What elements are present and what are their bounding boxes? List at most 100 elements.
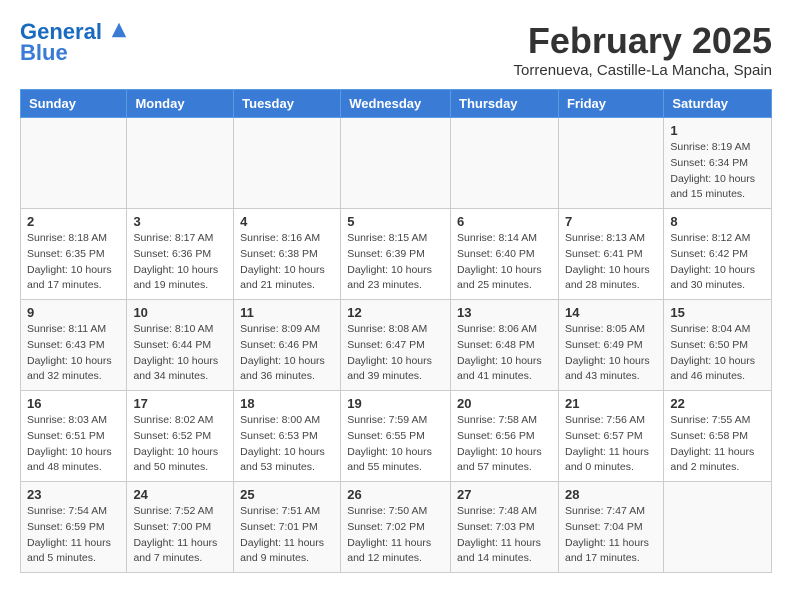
week-row-2: 2 Sunrise: 8:18 AM Sunset: 6:35 PM Daylig… xyxy=(21,209,772,300)
day-number: 19 xyxy=(347,396,444,411)
day-number: 21 xyxy=(565,396,657,411)
calendar-table: Sunday Monday Tuesday Wednesday Thursday… xyxy=(20,89,772,573)
calendar-body: 1 Sunrise: 8:19 AM Sunset: 6:34 PM Daylig… xyxy=(21,118,772,573)
day-number: 20 xyxy=(457,396,552,411)
day-cell xyxy=(341,118,451,209)
day-cell: 3Sunrise: 8:17 AM Sunset: 6:36 PM Daylig… xyxy=(127,209,234,300)
day-cell xyxy=(21,118,127,209)
header-sunday: Sunday xyxy=(21,90,127,118)
day-info: Sunrise: 7:47 AM Sunset: 7:04 PM Dayligh… xyxy=(565,504,657,567)
day-info: Sunrise: 8:04 AM Sunset: 6:50 PM Dayligh… xyxy=(670,322,765,385)
header-thursday: Thursday xyxy=(451,90,559,118)
day-info: Sunrise: 7:54 AM Sunset: 6:59 PM Dayligh… xyxy=(27,504,120,567)
day-info: Sunrise: 8:13 AM Sunset: 6:41 PM Dayligh… xyxy=(565,231,657,294)
page-header: General Blue February 2025 Torrenueva, C… xyxy=(20,20,772,79)
day-cell: 2 Sunrise: 8:18 AM Sunset: 6:35 PM Daylig… xyxy=(21,209,127,300)
day-info: Sunrise: 8:10 AM Sunset: 6:44 PM Dayligh… xyxy=(133,322,227,385)
header-wednesday: Wednesday xyxy=(341,90,451,118)
day-cell: 11Sunrise: 8:09 AM Sunset: 6:46 PM Dayli… xyxy=(234,300,341,391)
day-info: Sunrise: 7:50 AM Sunset: 7:02 PM Dayligh… xyxy=(347,504,444,567)
header-tuesday: Tuesday xyxy=(234,90,341,118)
header-friday: Friday xyxy=(558,90,663,118)
day-number: 24 xyxy=(133,487,227,502)
day-number: 15 xyxy=(670,305,765,320)
day-cell: 21 Sunrise: 7:56 AM Sunset: 6:57 PM Dayli… xyxy=(558,391,663,482)
week-row-3: 9Sunrise: 8:11 AM Sunset: 6:43 PM Daylig… xyxy=(21,300,772,391)
day-cell: 4 Sunrise: 8:16 AM Sunset: 6:38 PM Daylig… xyxy=(234,209,341,300)
day-info: Sunrise: 7:48 AM Sunset: 7:03 PM Dayligh… xyxy=(457,504,552,567)
day-cell xyxy=(234,118,341,209)
day-info: Sunrise: 7:56 AM Sunset: 6:57 PM Dayligh… xyxy=(565,413,657,476)
day-number: 23 xyxy=(27,487,120,502)
day-number: 10 xyxy=(133,305,227,320)
day-number: 28 xyxy=(565,487,657,502)
day-number: 8 xyxy=(670,214,765,229)
day-info: Sunrise: 8:14 AM Sunset: 6:40 PM Dayligh… xyxy=(457,231,552,294)
day-cell: 28 Sunrise: 7:47 AM Sunset: 7:04 PM Dayli… xyxy=(558,482,663,573)
day-cell: 27 Sunrise: 7:48 AM Sunset: 7:03 PM Dayli… xyxy=(451,482,559,573)
day-cell xyxy=(127,118,234,209)
day-info: Sunrise: 8:00 AM Sunset: 6:53 PM Dayligh… xyxy=(240,413,334,476)
day-cell xyxy=(558,118,663,209)
day-cell: 13Sunrise: 8:06 AM Sunset: 6:48 PM Dayli… xyxy=(451,300,559,391)
day-cell: 14 Sunrise: 8:05 AM Sunset: 6:49 PM Dayli… xyxy=(558,300,663,391)
day-number: 27 xyxy=(457,487,552,502)
location-subtitle: Torrenueva, Castille-La Mancha, Spain xyxy=(514,62,772,79)
day-cell: 8 Sunrise: 8:12 AM Sunset: 6:42 PM Daylig… xyxy=(664,209,772,300)
day-info: Sunrise: 8:16 AM Sunset: 6:38 PM Dayligh… xyxy=(240,231,334,294)
day-number: 16 xyxy=(27,396,120,411)
day-cell: 18 Sunrise: 8:00 AM Sunset: 6:53 PM Dayli… xyxy=(234,391,341,482)
day-cell: 19 Sunrise: 7:59 AM Sunset: 6:55 PM Dayli… xyxy=(341,391,451,482)
day-cell: 9Sunrise: 8:11 AM Sunset: 6:43 PM Daylig… xyxy=(21,300,127,391)
day-number: 7 xyxy=(565,214,657,229)
header-saturday: Saturday xyxy=(664,90,772,118)
day-cell: 10 Sunrise: 8:10 AM Sunset: 6:44 PM Dayli… xyxy=(127,300,234,391)
day-info: Sunrise: 8:18 AM Sunset: 6:35 PM Dayligh… xyxy=(27,231,120,294)
day-info: Sunrise: 8:19 AM Sunset: 6:34 PM Dayligh… xyxy=(670,140,765,203)
day-info: Sunrise: 7:51 AM Sunset: 7:01 PM Dayligh… xyxy=(240,504,334,567)
day-cell: 16 Sunrise: 8:03 AM Sunset: 6:51 PM Dayli… xyxy=(21,391,127,482)
day-number: 25 xyxy=(240,487,334,502)
day-number: 2 xyxy=(27,214,120,229)
header-row: Sunday Monday Tuesday Wednesday Thursday… xyxy=(21,90,772,118)
day-info: Sunrise: 8:12 AM Sunset: 6:42 PM Dayligh… xyxy=(670,231,765,294)
day-number: 14 xyxy=(565,305,657,320)
day-info: Sunrise: 7:58 AM Sunset: 6:56 PM Dayligh… xyxy=(457,413,552,476)
day-info: Sunrise: 8:11 AM Sunset: 6:43 PM Dayligh… xyxy=(27,322,120,385)
day-number: 22 xyxy=(670,396,765,411)
day-cell: 26Sunrise: 7:50 AM Sunset: 7:02 PM Dayli… xyxy=(341,482,451,573)
day-cell: 24 Sunrise: 7:52 AM Sunset: 7:00 PM Dayli… xyxy=(127,482,234,573)
week-row-1: 1 Sunrise: 8:19 AM Sunset: 6:34 PM Daylig… xyxy=(21,118,772,209)
day-cell: 22Sunrise: 7:55 AM Sunset: 6:58 PM Dayli… xyxy=(664,391,772,482)
title-block: February 2025 Torrenueva, Castille-La Ma… xyxy=(514,20,772,79)
day-info: Sunrise: 8:15 AM Sunset: 6:39 PM Dayligh… xyxy=(347,231,444,294)
logo-icon xyxy=(110,21,128,39)
week-row-5: 23 Sunrise: 7:54 AM Sunset: 6:59 PM Dayli… xyxy=(21,482,772,573)
day-cell: 20 Sunrise: 7:58 AM Sunset: 6:56 PM Dayli… xyxy=(451,391,559,482)
day-cell: 5 Sunrise: 8:15 AM Sunset: 6:39 PM Daylig… xyxy=(341,209,451,300)
day-number: 4 xyxy=(240,214,334,229)
day-number: 1 xyxy=(670,123,765,138)
day-info: Sunrise: 8:05 AM Sunset: 6:49 PM Dayligh… xyxy=(565,322,657,385)
day-cell: 15 Sunrise: 8:04 AM Sunset: 6:50 PM Dayli… xyxy=(664,300,772,391)
day-info: Sunrise: 8:17 AM Sunset: 6:36 PM Dayligh… xyxy=(133,231,227,294)
day-info: Sunrise: 7:59 AM Sunset: 6:55 PM Dayligh… xyxy=(347,413,444,476)
day-number: 12 xyxy=(347,305,444,320)
day-number: 17 xyxy=(133,396,227,411)
day-cell: 25 Sunrise: 7:51 AM Sunset: 7:01 PM Dayli… xyxy=(234,482,341,573)
day-cell: 6 Sunrise: 8:14 AM Sunset: 6:40 PM Daylig… xyxy=(451,209,559,300)
day-info: Sunrise: 8:09 AM Sunset: 6:46 PM Dayligh… xyxy=(240,322,334,385)
day-cell: 1 Sunrise: 8:19 AM Sunset: 6:34 PM Daylig… xyxy=(664,118,772,209)
header-monday: Monday xyxy=(127,90,234,118)
day-info: Sunrise: 8:08 AM Sunset: 6:47 PM Dayligh… xyxy=(347,322,444,385)
day-number: 5 xyxy=(347,214,444,229)
week-row-4: 16 Sunrise: 8:03 AM Sunset: 6:51 PM Dayli… xyxy=(21,391,772,482)
day-cell xyxy=(451,118,559,209)
calendar-header: Sunday Monday Tuesday Wednesday Thursday… xyxy=(21,90,772,118)
day-number: 6 xyxy=(457,214,552,229)
day-info: Sunrise: 8:03 AM Sunset: 6:51 PM Dayligh… xyxy=(27,413,120,476)
day-info: Sunrise: 8:02 AM Sunset: 6:52 PM Dayligh… xyxy=(133,413,227,476)
day-number: 18 xyxy=(240,396,334,411)
day-info: Sunrise: 7:52 AM Sunset: 7:00 PM Dayligh… xyxy=(133,504,227,567)
day-info: Sunrise: 8:06 AM Sunset: 6:48 PM Dayligh… xyxy=(457,322,552,385)
